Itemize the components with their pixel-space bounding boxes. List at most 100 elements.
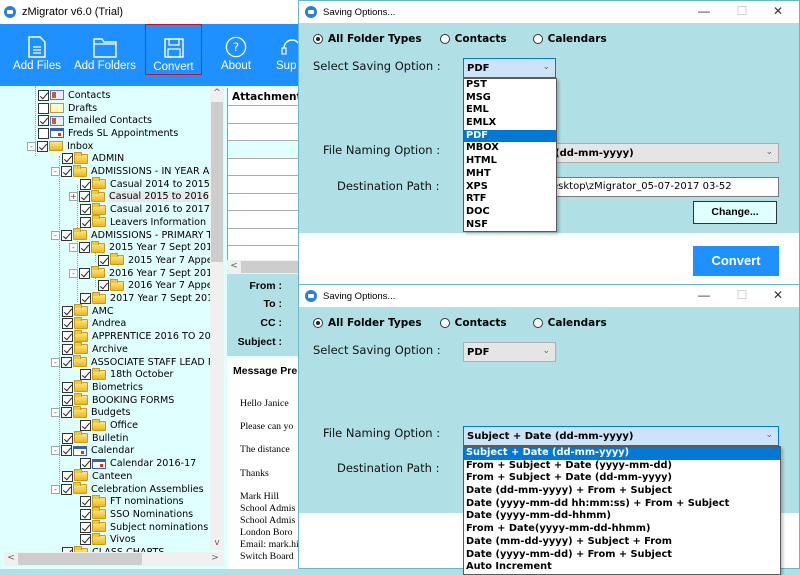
collapse-icon[interactable]: -: [51, 408, 60, 418]
tree-checkbox[interactable]: [62, 318, 73, 330]
scroll-left-icon[interactable]: <: [4, 553, 18, 563]
tree-checkbox[interactable]: [38, 102, 49, 114]
convert-submit-button[interactable]: Convert: [693, 246, 779, 276]
saving-option-select[interactable]: PDF ⌄: [463, 58, 556, 78]
tree-checkbox[interactable]: [62, 305, 73, 317]
attachment-row[interactable]: [228, 124, 300, 141]
dropdown-option[interactable]: NSF: [464, 219, 556, 232]
dropdown-option[interactable]: MBOX: [464, 142, 556, 155]
tree-checkbox[interactable]: [61, 166, 72, 178]
tree-item[interactable]: - ADMISSIONS - IN YEAR ADM: [51, 164, 224, 178]
tree-checkbox[interactable]: [79, 267, 90, 279]
tree-checkbox[interactable]: [79, 242, 90, 254]
tree-checkbox[interactable]: [61, 356, 72, 368]
attachment-row[interactable]: [228, 159, 300, 176]
collapse-icon[interactable]: -: [51, 230, 60, 240]
dropdown-option[interactable]: RTF: [464, 193, 556, 206]
minimize-button[interactable]: —: [689, 288, 719, 302]
tree-item[interactable]: Freds SL Appointments: [38, 127, 178, 140]
dropdown-option[interactable]: PDF: [464, 129, 556, 143]
tree-item[interactable]: Calendar 2016-17: [80, 457, 196, 470]
tree-item[interactable]: 18th October: [80, 367, 174, 381]
maximize-button[interactable]: ☐: [727, 4, 757, 18]
tree-item[interactable]: - ASSOCIATE STAFF LEAD MEI: [51, 355, 224, 369]
scroll-left-icon[interactable]: <: [227, 261, 241, 271]
tree-item[interactable]: Drafts: [38, 102, 97, 115]
collapse-icon[interactable]: -: [51, 357, 60, 367]
tree-item[interactable]: - 2016 Year 7 Sept 2016: [69, 266, 218, 280]
tree-checkbox[interactable]: [80, 508, 91, 520]
radio-calendars[interactable]: Calendars: [532, 317, 607, 329]
attachment-row[interactable]: [228, 229, 300, 246]
collapse-icon[interactable]: -: [69, 268, 78, 278]
attachment-row[interactable]: [228, 176, 300, 194]
scroll-down-icon[interactable]: v: [210, 538, 224, 548]
dropdown-option[interactable]: Date (yyyy-mm-dd hh:mm:ss) + From + Subj…: [464, 498, 780, 511]
tree-item[interactable]: + Casual 2015 to 2016: [69, 189, 209, 204]
tree-item[interactable]: 2017 Year 7 Sept 2017: [80, 291, 219, 305]
scroll-thumb[interactable]: [241, 261, 300, 273]
tree-item[interactable]: - Celebration Assemblies: [51, 482, 204, 496]
tree-checkbox[interactable]: [79, 191, 90, 203]
add-folders-button[interactable]: Add Folders: [72, 24, 138, 76]
dropdown-option[interactable]: From + Subject + Date (dd-mm-yyyy): [464, 472, 780, 485]
dropdown-option[interactable]: Date (mm-dd-yyyy) + Subject + From: [464, 536, 780, 549]
tree-item[interactable]: - Inbox: [27, 140, 93, 153]
file-naming-select[interactable]: Subject + Date (dd-mm-yyyy) ⌄: [463, 426, 779, 446]
collapse-icon[interactable]: -: [51, 446, 60, 456]
tree-item[interactable]: Biometrics: [62, 380, 143, 394]
radio-contacts[interactable]: Contacts: [439, 317, 507, 329]
tree-checkbox[interactable]: [38, 115, 49, 127]
collapse-icon[interactable]: -: [69, 243, 78, 253]
tree-checkbox[interactable]: [80, 293, 91, 305]
tree-item[interactable]: SSO Nominations: [80, 507, 193, 521]
tree-checkbox[interactable]: [61, 407, 72, 419]
tree-checkbox[interactable]: [61, 229, 72, 241]
tree-checkbox[interactable]: [80, 204, 91, 216]
tree-checkbox[interactable]: [98, 280, 109, 292]
tree-item[interactable]: Emailed Contacts: [38, 114, 152, 127]
attachment-row[interactable]: [228, 194, 300, 211]
tree-item[interactable]: Subject nominations: [80, 520, 208, 534]
tree-checkbox[interactable]: [80, 534, 91, 546]
tree-checkbox[interactable]: [62, 394, 73, 406]
attachment-row[interactable]: [228, 106, 300, 124]
tree-checkbox[interactable]: [62, 343, 73, 355]
close-button[interactable]: ✕: [763, 288, 793, 302]
dropdown-option[interactable]: Date (yyyy-mm-dd-hhmm): [464, 510, 780, 523]
tree-checkbox[interactable]: [80, 458, 91, 470]
tree-item[interactable]: - 2015 Year 7 Sept 2015: [69, 240, 218, 254]
expand-icon[interactable]: +: [69, 192, 78, 202]
attachment-row[interactable]: [228, 141, 300, 159]
tree-item[interactable]: Office: [80, 418, 138, 432]
tree-checkbox[interactable]: [62, 470, 73, 482]
dropdown-option[interactable]: MSG: [464, 92, 556, 105]
dropdown-option[interactable]: XPS: [464, 181, 556, 194]
radio-contacts[interactable]: Contacts: [439, 33, 507, 45]
scroll-thumb[interactable]: [18, 553, 142, 565]
tree-item[interactable]: FT nominations: [80, 494, 184, 508]
tree-checkbox[interactable]: [80, 216, 91, 228]
radio-calendars[interactable]: Calendars: [532, 33, 607, 45]
dropdown-option[interactable]: From + Subject + Date (yyyy-mm-dd): [464, 460, 780, 473]
dropdown-option[interactable]: MHT: [464, 168, 556, 181]
dropdown-option[interactable]: HTML: [464, 155, 556, 168]
saving-option-select[interactable]: PDF ⌄: [463, 342, 556, 362]
tree-checkbox[interactable]: [80, 178, 91, 190]
tree-checkbox[interactable]: [61, 483, 72, 495]
tree-item[interactable]: Casual 2014 to 2015: [80, 177, 210, 191]
tree-checkbox[interactable]: [62, 432, 73, 444]
add-files-button[interactable]: Add Files: [8, 24, 66, 76]
tree-item[interactable]: Leavers Information: [80, 215, 206, 229]
collapse-icon[interactable]: -: [51, 167, 60, 177]
tree-checkbox[interactable]: [38, 89, 49, 101]
dropdown-option[interactable]: Date (dd-mm-yyyy) + From + Subject: [464, 485, 780, 498]
radio-all-folder-types[interactable]: All Folder Types: [313, 33, 422, 45]
collapse-icon[interactable]: -: [27, 141, 36, 151]
tree-checkbox[interactable]: [80, 496, 91, 508]
tree-checkbox[interactable]: [61, 445, 72, 457]
tree-item[interactable]: - ADMISSIONS - PRIMARY TRA: [51, 228, 224, 242]
dropdown-option[interactable]: From + Date(yyyy-mm-dd-hhmm): [464, 523, 780, 536]
tree-item[interactable]: - Budgets: [51, 405, 131, 420]
scroll-right-icon[interactable]: >: [208, 553, 222, 563]
